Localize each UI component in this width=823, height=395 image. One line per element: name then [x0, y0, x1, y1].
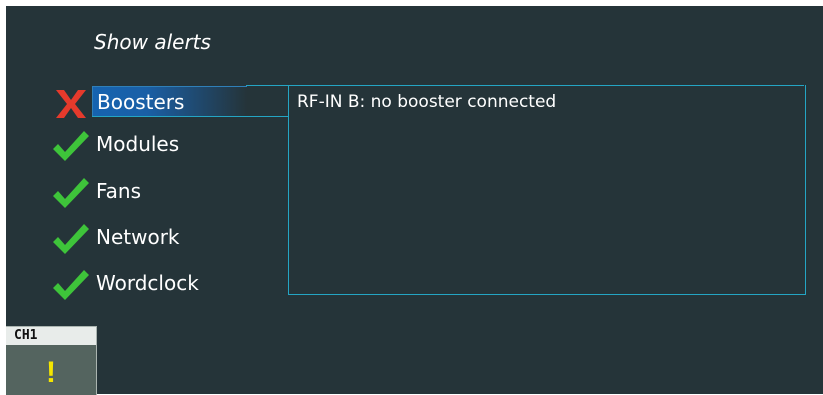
cross-icon — [50, 86, 92, 120]
alert-detail-panel — [288, 85, 806, 295]
check-icon — [50, 176, 92, 210]
page-title: Show alerts — [94, 30, 211, 54]
alert-detail-message: RF-IN B: no booster connected — [297, 92, 557, 112]
alert-item-boosters[interactable]: Boosters — [50, 86, 250, 120]
alert-item-network[interactable]: Network — [50, 222, 250, 256]
alert-item-label: Modules — [96, 132, 180, 156]
alert-item-wordclock[interactable]: Wordclock — [50, 268, 250, 302]
check-icon — [50, 268, 92, 302]
alert-item-label: Wordclock — [96, 271, 199, 295]
channel-label: CH1 — [6, 327, 96, 345]
selection-connector-stub — [92, 116, 288, 117]
alert-item-fans[interactable]: Fans — [50, 176, 250, 210]
alerts-screen: Show alerts Boosters Modules Fans Networ… — [6, 6, 823, 395]
channel-indicator[interactable]: CH1 ! — [6, 326, 97, 395]
alert-item-label: Network — [96, 225, 180, 249]
check-icon — [50, 129, 92, 163]
alert-item-label: Boosters — [92, 86, 247, 117]
alert-item-modules[interactable]: Modules — [50, 129, 250, 163]
warning-icon: ! — [46, 356, 56, 389]
check-icon — [50, 222, 92, 256]
alert-item-label: Fans — [96, 179, 142, 203]
